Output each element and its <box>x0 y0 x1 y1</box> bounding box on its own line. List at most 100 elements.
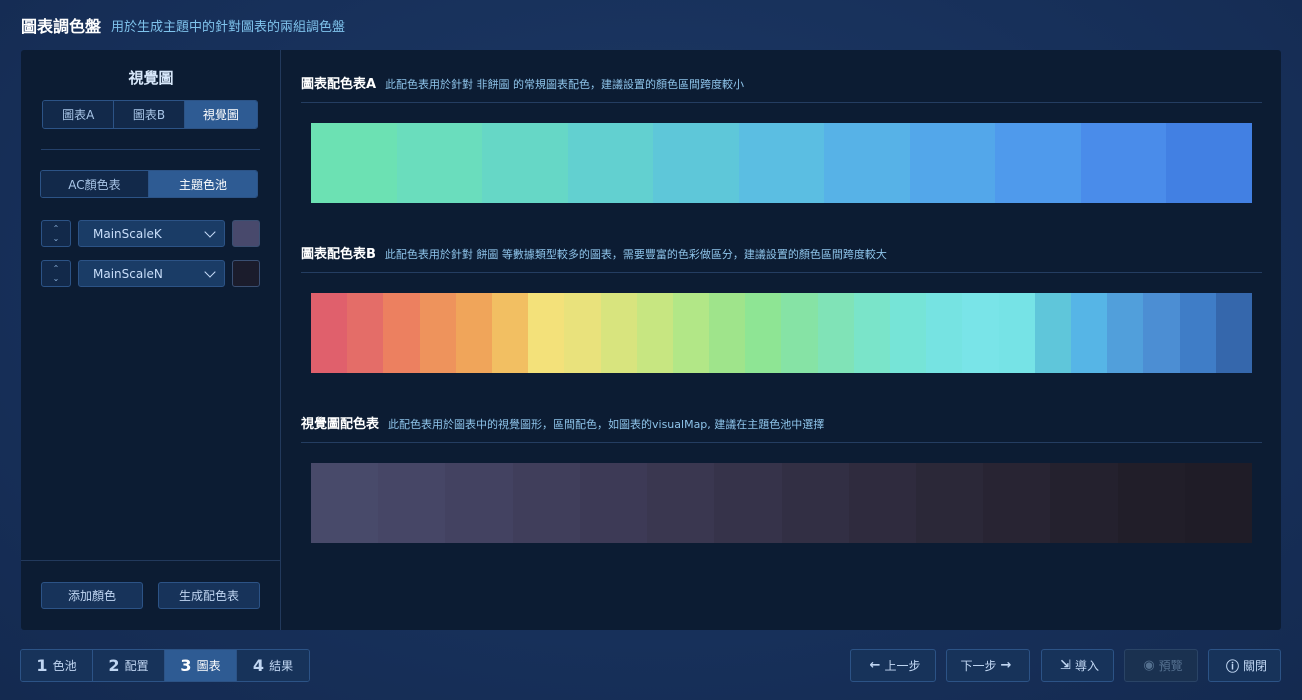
palette-color-cell <box>491 293 529 373</box>
palette-color-cell <box>311 463 379 543</box>
palette-color-cell <box>482 123 568 203</box>
palette-bar-b <box>311 293 1252 373</box>
generate-palette-button[interactable]: 生成配色表 <box>158 582 260 609</box>
palette-color-cell <box>781 463 849 543</box>
order-stepper[interactable]: ⌃ ⌄ <box>41 260 71 287</box>
palette-color-cell <box>1080 123 1167 203</box>
palette-color-cell <box>738 123 825 203</box>
main-panel: 視覺圖 圖表A 圖表B 視覺圖 AC顏色表 主題色池 ⌃ ⌄ MainScale… <box>21 50 1281 630</box>
tab-ac-color-table[interactable]: AC顏色表 <box>41 171 149 197</box>
palette-color-cell <box>647 463 715 543</box>
next-step-button[interactable]: 下一步 → <box>946 649 1030 682</box>
palette-color-cell <box>1179 293 1216 373</box>
palette-color-cell <box>745 293 782 373</box>
section-divider <box>301 272 1262 273</box>
preview-label: 預覽 <box>1158 659 1183 673</box>
palette-color-cell <box>1107 293 1144 373</box>
info-icon: ⓘ <box>1225 660 1239 675</box>
palette-color-cell <box>890 293 927 373</box>
import-button[interactable]: ⇲ 導入 <box>1041 649 1114 682</box>
chevron-down-icon <box>204 225 216 238</box>
palette-color-cell <box>636 293 673 373</box>
mode-tab-group: AC顏色表 主題色池 <box>40 170 258 198</box>
palette-color-cell <box>1117 463 1185 543</box>
section-title: 圖表配色表A <box>301 77 377 92</box>
section-title: 視覺圖配色表 <box>301 417 380 432</box>
palette-color-cell <box>512 463 580 543</box>
step-label: 配置 <box>124 659 149 673</box>
scale-select-value: MainScaleK <box>93 226 162 241</box>
section-description: 此配色表用於圖表中的視覺圖形，區間配色，如圖表的visualMap, 建議在主題… <box>388 418 825 431</box>
section-description: 此配色表用於針對 非餅圖 的常規圖表配色，建議設置的顏色區間跨度較小 <box>385 78 745 91</box>
color-swatch[interactable] <box>232 260 260 287</box>
scale-select[interactable]: MainScaleN <box>78 260 225 287</box>
palette-color-cell <box>824 123 910 203</box>
arrow-right-icon: → <box>1000 658 1012 673</box>
add-color-button[interactable]: 添加顏色 <box>41 582 143 609</box>
palette-color-cell <box>1215 293 1252 373</box>
palette-color-cell <box>1166 123 1253 203</box>
palette-color-cell <box>567 123 654 203</box>
section-title: 圖表配色表B <box>301 247 376 262</box>
palette-color-cell <box>1050 463 1118 543</box>
palette-color-cell <box>853 293 890 373</box>
section-a-header: 圖表配色表A 此配色表用於針對 非餅圖 的常規圖表配色，建議設置的顏色區間跨度較… <box>301 73 1262 92</box>
palette-color-cell <box>915 463 984 543</box>
app-subtitle: 用於生成主題中的針對圖表的兩組調色盤 <box>111 19 346 35</box>
palette-color-cell <box>378 463 446 543</box>
step-config[interactable]: 2 配置 <box>93 650 165 681</box>
section-divider <box>301 442 1262 443</box>
next-step-label: 下一步 <box>960 659 997 673</box>
tab-theme-color-pool[interactable]: 主題色池 <box>149 171 257 197</box>
step-indicator: 1 色池 2 配置 3 圖表 4 結果 <box>20 649 310 682</box>
step-number: 4 <box>252 656 265 675</box>
section-description: 此配色表用於針對 餅圖 等數據類型較多的圖表，需要豐富的色彩做區分，建議設置的顏… <box>384 248 887 261</box>
palette-color-cell <box>909 123 996 203</box>
palette-color-cell <box>1143 293 1180 373</box>
close-label: 關閉 <box>1243 659 1268 673</box>
palette-color-cell <box>1034 293 1071 373</box>
app-title: 圖表調色盤 <box>21 17 102 36</box>
palette-color-cell <box>848 463 916 543</box>
step-number: 2 <box>108 656 120 675</box>
section-visual-header: 視覺圖配色表 此配色表用於圖表中的視覺圖形，區間配色，如圖表的visualMap… <box>301 413 1262 432</box>
close-button[interactable]: ⓘ 關閉 <box>1208 649 1281 682</box>
chevron-up-icon[interactable]: ⌃ <box>53 224 60 234</box>
step-color-pool[interactable]: 1 色池 <box>21 650 93 681</box>
title-bar: 圖表調色盤 用於生成主題中的針對圖表的兩組調色盤 <box>0 0 1302 50</box>
tab-visual-map[interactable]: 視覺圖 <box>184 101 257 128</box>
scale-select-value: MainScaleN <box>93 266 163 281</box>
step-label: 色池 <box>52 659 77 673</box>
prev-step-label: 上一步 <box>884 659 921 673</box>
palette-color-cell <box>672 293 710 373</box>
palette-color-cell <box>383 293 420 373</box>
palette-color-cell <box>1184 463 1253 543</box>
palette-color-cell <box>714 463 782 543</box>
palette-color-cell <box>926 293 963 373</box>
palette-color-cell <box>600 293 637 373</box>
palette-color-cell <box>579 463 648 543</box>
palette-bar-visual <box>311 463 1253 543</box>
tab-chart-b[interactable]: 圖表B <box>114 101 185 128</box>
palette-color-cell <box>709 293 746 373</box>
chart-tab-group: 圖表A 圖表B 視覺圖 <box>42 100 258 129</box>
chevron-down-icon <box>204 265 216 278</box>
order-stepper[interactable]: ⌃ ⌄ <box>41 220 71 247</box>
right-pane: 圖表配色表A 此配色表用於針對 非餅圖 的常規圖表配色，建議設置的顏色區間跨度較… <box>282 50 1281 630</box>
prev-step-button[interactable]: ← 上一步 <box>850 649 936 682</box>
chevron-down-icon[interactable]: ⌄ <box>53 234 60 244</box>
scale-select[interactable]: MainScaleK <box>78 220 225 247</box>
palette-color-cell <box>311 293 348 373</box>
chevron-down-icon[interactable]: ⌄ <box>53 274 60 284</box>
palette-color-cell <box>419 293 456 373</box>
import-icon: ⇲ <box>1060 658 1071 673</box>
left-pane-title: 視覺圖 <box>128 69 174 87</box>
step-result[interactable]: 4 結果 <box>237 650 309 681</box>
step-number: 1 <box>36 656 48 675</box>
color-swatch[interactable] <box>232 220 260 247</box>
palette-color-cell <box>1070 293 1108 373</box>
preview-button[interactable]: ◉ 預覽 <box>1124 649 1198 682</box>
tab-chart-a[interactable]: 圖表A <box>43 101 115 128</box>
chevron-up-icon[interactable]: ⌃ <box>53 264 60 274</box>
step-chart[interactable]: 3 圖表 <box>165 650 237 681</box>
